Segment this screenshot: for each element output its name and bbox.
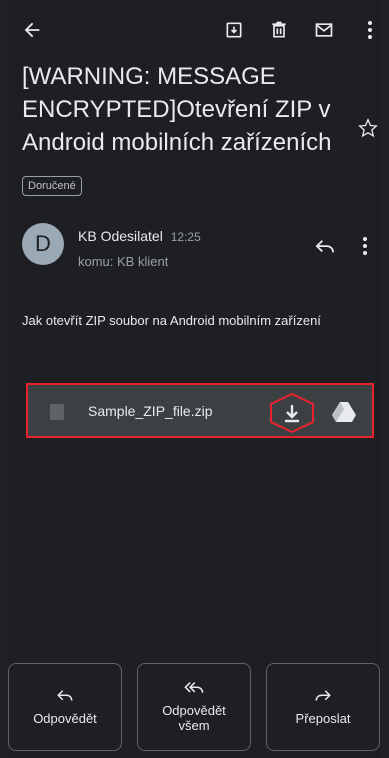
trash-icon (272, 21, 286, 38)
message-more-button[interactable] (362, 236, 368, 261)
avatar: D (22, 223, 64, 265)
sender-line: KB Odesilatel 12:25 (78, 228, 201, 244)
reply-all-icon (184, 682, 204, 693)
reply-all-label: Odpovědět všem (162, 703, 226, 733)
sender-name[interactable]: KB Odesilatel (78, 228, 163, 244)
more-options-button[interactable] (354, 14, 386, 46)
download-button[interactable] (268, 392, 316, 438)
archive-button[interactable] (218, 14, 250, 46)
email-screen: [WARNING: MESSAGE ENCRYPTED]Otevření ZIP… (8, 0, 381, 758)
mark-unread-button[interactable] (308, 14, 340, 46)
label-chip[interactable]: Doručené (22, 176, 82, 196)
email-body: Jak otevřít ZIP soubor na Android mobiln… (22, 313, 321, 328)
download-icon (270, 392, 314, 434)
forward-icon (315, 689, 331, 701)
save-to-drive-button[interactable] (332, 401, 356, 428)
reply-icon (57, 689, 73, 701)
reply-button[interactable] (314, 238, 336, 261)
star-icon (358, 117, 378, 138)
attachment-file-name: Sample_ZIP_file.zip (88, 403, 213, 419)
reply-icon (315, 240, 334, 253)
reply-all-action-button[interactable]: Odpovědět všem (137, 663, 251, 751)
email-time: 12:25 (170, 230, 201, 244)
delete-button[interactable] (263, 14, 295, 46)
star-button[interactable] (358, 117, 378, 143)
back-button[interactable] (16, 14, 48, 46)
mail-icon (315, 23, 333, 37)
reply-actions: Odpovědět Odpovědět všem Přeposlat (8, 663, 381, 753)
more-vert-icon (363, 237, 367, 255)
top-toolbar (8, 0, 381, 64)
reply-action-button[interactable]: Odpovědět (8, 663, 122, 751)
attachment-card[interactable]: Sample_ZIP_file.zip (26, 383, 374, 438)
forward-action-button[interactable]: Přeposlat (266, 663, 380, 751)
reply-label: Odpovědět (33, 710, 97, 726)
email-subject: [WARNING: MESSAGE ENCRYPTED]Otevření ZIP… (22, 63, 332, 156)
more-vert-icon (368, 21, 372, 39)
archive-icon (226, 22, 242, 38)
recipient-line[interactable]: komu: KB klient (78, 254, 168, 269)
drive-icon (332, 402, 356, 422)
zip-file-icon (50, 404, 64, 420)
forward-label: Přeposlat (295, 710, 351, 726)
arrow-left-icon (24, 22, 40, 38)
